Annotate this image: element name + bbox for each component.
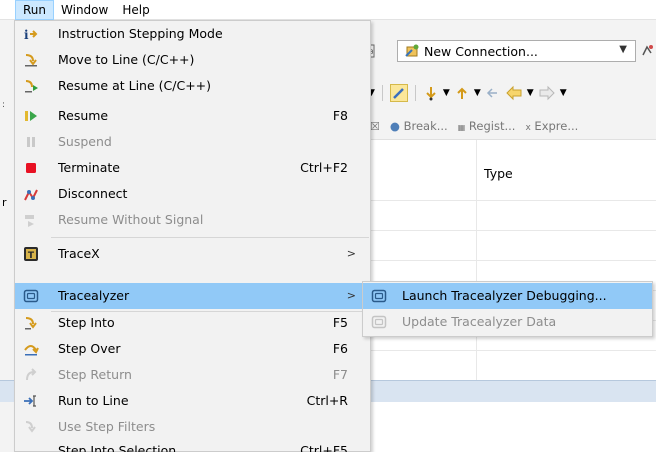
edit-pencil-icon[interactable]	[389, 84, 408, 102]
chevron-down-icon[interactable]: ▼	[619, 44, 627, 55]
suspend-icon	[23, 134, 39, 150]
tab-breakpoints[interactable]: ● Break...	[390, 119, 448, 133]
toolbar-separator	[381, 85, 383, 101]
instruction-stepping-icon: i	[23, 26, 39, 42]
menu-item-resume-without-signal[interactable]: Resume Without Signal	[15, 207, 370, 233]
terminate-icon	[23, 160, 39, 176]
menu-item-launch-tracealyzer-debugging[interactable]: Launch Tracealyzer Debugging...	[363, 283, 652, 309]
menu-item-step-into[interactable]: Step Into F5	[15, 310, 370, 336]
menu-item-disconnect[interactable]: Disconnect	[15, 181, 370, 207]
submenu-arrow-icon: >	[346, 289, 356, 302]
menu-window[interactable]: Window	[54, 0, 115, 20]
step-into-selection-icon	[23, 443, 39, 452]
table-row-divider	[370, 200, 656, 201]
menu-item-resume[interactable]: Resume F8	[15, 103, 370, 129]
step-into-icon	[23, 315, 39, 331]
lower-panel	[370, 402, 656, 452]
menu-item-step-into-selection[interactable]: Step Into Selection Ctrl+F5	[15, 438, 370, 452]
menu-item-move-to-line[interactable]: Move to Line (C/C++)	[15, 47, 370, 73]
toolbar-separator	[414, 85, 416, 101]
step-over-icon	[23, 341, 39, 357]
dropdown-arrow-icon[interactable]: ▼	[443, 88, 450, 98]
step-into-toolbar-icon[interactable]	[423, 85, 439, 101]
menu-separator	[51, 237, 369, 238]
view-tabs: ☒ ● Break... ▦ Regist... x Expre...	[370, 114, 656, 138]
step-return-icon	[23, 367, 39, 383]
menu-bar: Run Window Help	[0, 0, 656, 20]
tracealyzer-icon	[23, 288, 39, 304]
resume-without-signal-icon	[23, 212, 39, 228]
arrow-right-icon[interactable]	[538, 85, 556, 101]
menu-item-update-tracealyzer-data[interactable]: Update Tracealyzer Data	[363, 309, 652, 335]
dropdown-arrow-icon[interactable]: ▼	[474, 88, 481, 98]
menu-help[interactable]: Help	[115, 0, 156, 20]
step-return-toolbar-icon[interactable]	[454, 85, 470, 101]
close-icon[interactable]: ☒	[370, 120, 380, 133]
run-menu: i Instruction Stepping Mode Move to Line…	[14, 20, 371, 452]
tracealyzer-launch-icon	[371, 288, 387, 304]
move-to-line-icon	[23, 52, 39, 68]
tracealyzer-update-icon	[371, 314, 387, 330]
tab-expressions[interactable]: x Expre...	[525, 119, 578, 133]
menu-item-instruction-stepping-mode[interactable]: i Instruction Stepping Mode	[15, 21, 370, 47]
table-row-divider	[370, 230, 656, 231]
menu-item-suspend[interactable]: Suspend	[15, 129, 370, 155]
breakpoints-icon: ●	[389, 119, 400, 133]
step-filters-icon	[23, 419, 39, 435]
menu-item-use-step-filters[interactable]: Use Step Filters	[15, 414, 370, 440]
connection-combo[interactable]: New Connection... ▼	[397, 40, 636, 62]
connection-label: New Connection...	[424, 43, 538, 59]
dropdown-arrow-icon[interactable]: ▼	[527, 88, 534, 98]
connect-icon[interactable]	[640, 43, 654, 59]
menu-run[interactable]: Run	[15, 0, 55, 20]
table-row-divider	[370, 260, 656, 261]
table-row-divider	[370, 350, 656, 351]
tracealyzer-submenu: Launch Tracealyzer Debugging... Update T…	[362, 281, 653, 337]
dropdown-arrow-icon[interactable]: ▼	[560, 88, 567, 98]
resume-icon	[23, 108, 39, 124]
menu-item-step-return[interactable]: Step Return F7	[15, 362, 370, 388]
menu-item-terminate[interactable]: Terminate Ctrl+F2	[15, 155, 370, 181]
edge-letter: r	[2, 196, 7, 209]
run-to-line-icon	[23, 393, 39, 409]
registers-icon: ▦	[457, 123, 466, 132]
variables-table: Type	[370, 139, 656, 381]
submenu-arrow-icon: >	[346, 247, 356, 260]
edge-glyph: :	[2, 100, 6, 110]
svg-text:i: i	[24, 28, 29, 42]
arrow-left-icon[interactable]	[505, 85, 523, 101]
column-header-type[interactable]: Type	[484, 166, 513, 181]
new-connection-icon	[404, 43, 420, 59]
menu-item-resume-at-line[interactable]: Resume at Line (C/C++)	[15, 73, 370, 99]
menu-item-run-to-line[interactable]: Run to Line Ctrl+R	[15, 388, 370, 414]
tab-registers[interactable]: ▦ Regist...	[458, 119, 516, 133]
svg-text:T: T	[28, 251, 35, 261]
menu-item-tracex[interactable]: T TraceX >	[15, 241, 370, 267]
resume-at-line-icon	[23, 78, 39, 94]
menu-item-tracealyzer[interactable]: Tracealyzer >	[15, 283, 370, 309]
menu-item-step-over[interactable]: Step Over F6	[15, 336, 370, 362]
tracex-icon: T	[23, 246, 39, 262]
disconnect-icon	[23, 186, 39, 202]
toolbar-row-2: ▼ ▼ ▼ ▼ ▼	[368, 82, 567, 104]
back-nav-icon[interactable]	[485, 85, 501, 101]
expressions-icon: x	[525, 123, 531, 133]
